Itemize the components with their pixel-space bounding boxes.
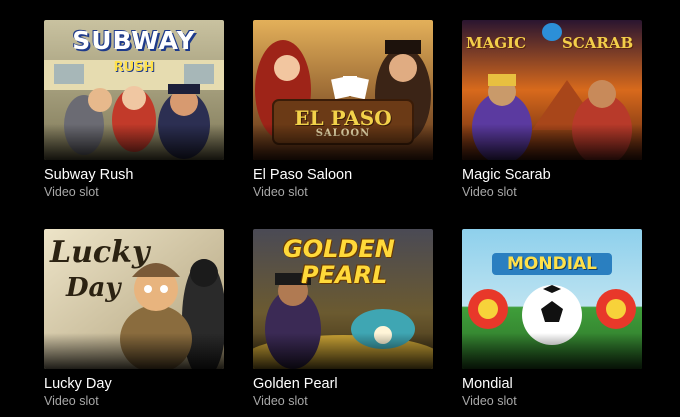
- game-logo-text: SUBWAY: [72, 26, 196, 55]
- game-grid: SUBWAY RUSH Subway Rush Video slot EL PA…: [0, 0, 680, 417]
- game-logo-subtext: SALOON: [315, 128, 371, 139]
- game-logo-text: MAGIC: [466, 34, 527, 52]
- game-logo-subtext: SCARAB: [562, 34, 634, 52]
- game-title[interactable]: Mondial: [462, 376, 513, 392]
- game-title[interactable]: Subway Rush: [44, 167, 133, 183]
- game-title[interactable]: Magic Scarab: [462, 167, 551, 183]
- game-subtitle: Video slot: [44, 394, 99, 408]
- game-card-subway-rush[interactable]: SUBWAY RUSH Subway Rush Video slot: [44, 20, 224, 205]
- game-subtitle: Video slot: [44, 185, 99, 199]
- game-thumbnail[interactable]: MAGIC SCARAB: [462, 20, 642, 160]
- game-thumbnail[interactable]: Lucky Day: [44, 229, 224, 369]
- game-subtitle: Video slot: [462, 394, 517, 408]
- game-card-mondial[interactable]: MONDIAL Mondial Video slot: [462, 229, 642, 414]
- game-subtitle: Video slot: [462, 185, 517, 199]
- el-paso-saloon-artwork: [253, 20, 433, 160]
- game-logo-subtext: PEARL: [301, 261, 388, 289]
- game-thumbnail[interactable]: EL PASO SALOON: [253, 20, 433, 160]
- game-card-magic-scarab[interactable]: MAGIC SCARAB Magic Scarab Video slot: [462, 20, 642, 205]
- game-logo-text: GOLDEN: [283, 235, 395, 263]
- game-logo-text: Lucky: [50, 235, 150, 270]
- game-title[interactable]: El Paso Saloon: [253, 167, 352, 183]
- game-card-golden-pearl[interactable]: GOLDEN PEARL Golden Pearl Video slot: [253, 229, 433, 414]
- game-subtitle: Video slot: [253, 185, 308, 199]
- game-title[interactable]: Golden Pearl: [253, 376, 338, 392]
- game-thumbnail[interactable]: GOLDEN PEARL: [253, 229, 433, 369]
- game-logo-subtext: RUSH: [113, 60, 155, 75]
- game-card-lucky-day[interactable]: Lucky Day Lucky Day Video slot: [44, 229, 224, 414]
- game-thumbnail[interactable]: SUBWAY RUSH: [44, 20, 224, 160]
- game-subtitle: Video slot: [253, 394, 308, 408]
- game-logo-text: MONDIAL: [506, 254, 598, 274]
- game-logo-text: EL PASO: [294, 106, 392, 130]
- game-logo-subtext: Day: [66, 273, 121, 303]
- game-thumbnail[interactable]: MONDIAL: [462, 229, 642, 369]
- game-card-el-paso-saloon[interactable]: EL PASO SALOON El Paso Saloon Video slot: [253, 20, 433, 205]
- game-title[interactable]: Lucky Day: [44, 376, 112, 392]
- mondial-artwork: [462, 229, 642, 369]
